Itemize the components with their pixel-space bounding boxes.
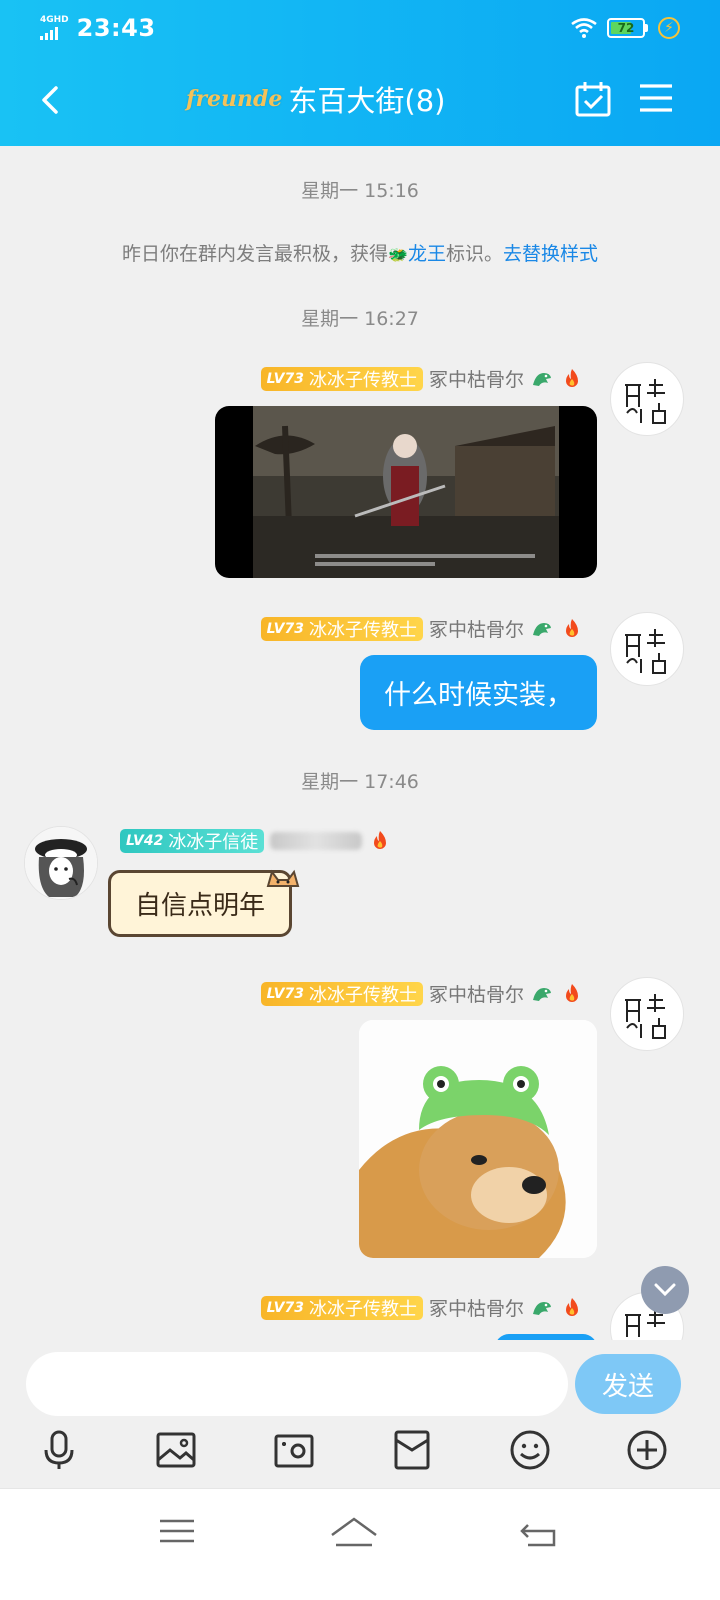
sender-info: LV73 冰冰子传教士 冢中枯骨尔 bbox=[260, 980, 584, 1007]
cat-bubble-decoration-icon bbox=[266, 869, 300, 887]
video-message[interactable] bbox=[215, 406, 597, 578]
input-toolbar bbox=[0, 1422, 720, 1486]
level-badge: LV73 冰冰子传教士 bbox=[260, 366, 423, 391]
system-nav-bar bbox=[0, 1488, 720, 1600]
avatar[interactable] bbox=[610, 612, 684, 686]
message-input[interactable] bbox=[26, 1352, 568, 1416]
video-thumbnail bbox=[253, 406, 559, 578]
sender-info: LV73 冰冰子传教士 冢中枯骨尔 bbox=[260, 1294, 584, 1321]
image-message[interactable] bbox=[359, 1020, 597, 1258]
timestamp: 星期一 17:46 bbox=[301, 771, 419, 793]
avatar[interactable] bbox=[610, 977, 684, 1051]
battery-indicator: 72 bbox=[607, 18, 648, 38]
red-packet-icon[interactable] bbox=[390, 1428, 434, 1472]
message-bubble[interactable]: 什么时候实装， bbox=[360, 655, 597, 730]
fire-icon bbox=[374, 831, 387, 849]
title-bar: freunde 东百大街(8) bbox=[0, 70, 720, 130]
sender-info: LV73 冰冰子传教士 冢中枯骨尔 bbox=[260, 365, 584, 392]
timestamp: 星期一 15:16 bbox=[301, 180, 419, 202]
charging-icon: ⚡ bbox=[658, 17, 680, 39]
sender-name[interactable]: 冢中枯骨尔 bbox=[429, 615, 524, 642]
avatar[interactable] bbox=[610, 362, 684, 436]
chevron-down-icon bbox=[654, 1283, 676, 1297]
emoji-icon[interactable] bbox=[508, 1428, 552, 1472]
scroll-to-bottom-button[interactable] bbox=[641, 1266, 689, 1314]
group-name: 东百大街(8) bbox=[288, 84, 446, 118]
dragon-icon bbox=[533, 1301, 551, 1315]
dragon-icon bbox=[533, 987, 551, 1001]
app-header: 4GHD 23:43 72 ⚡ freunde 东百大街(8) bbox=[0, 0, 720, 146]
microphone-icon[interactable] bbox=[37, 1428, 81, 1472]
menu-icon[interactable] bbox=[152, 1511, 204, 1555]
dragon-icon bbox=[533, 622, 551, 636]
dragon-king-badge: 龙王 bbox=[407, 243, 446, 265]
calligraphy-avatar-icon bbox=[625, 379, 666, 424]
sender-info: LV73 冰冰子传教士 冢中枯骨尔 bbox=[260, 615, 584, 642]
fire-icon bbox=[566, 368, 578, 387]
calligraphy-avatar-icon bbox=[625, 629, 666, 674]
plus-icon[interactable] bbox=[625, 1428, 669, 1472]
replace-style-link[interactable]: 去替换样式 bbox=[503, 243, 598, 265]
fire-icon bbox=[566, 618, 578, 637]
sender-info: LV42 冰冰子信徒 bbox=[120, 829, 392, 853]
sender-name[interactable]: 冢中枯骨尔 bbox=[429, 365, 524, 392]
status-bar: 4GHD 23:43 72 ⚡ bbox=[40, 12, 680, 44]
wifi-icon bbox=[571, 18, 597, 38]
sender-name[interactable]: 冢中枯骨尔 bbox=[429, 980, 524, 1007]
level-badge: LV73 冰冰子传教士 bbox=[260, 1295, 423, 1320]
group-logo: freunde bbox=[186, 86, 283, 112]
chat-title: freunde 东百大街(8) bbox=[186, 78, 446, 120]
calendar-checkin-icon[interactable] bbox=[574, 80, 612, 118]
message-list[interactable]: 星期一 15:16 昨日你在群内发言最积极，获得🐲龙王标识。去替换样式 星期一 … bbox=[0, 146, 720, 1340]
level-badge: LV73 冰冰子传教士 bbox=[260, 981, 423, 1006]
image-icon[interactable] bbox=[154, 1428, 198, 1472]
more-menu-icon[interactable] bbox=[638, 82, 674, 114]
signal-icon: 4GHD bbox=[40, 16, 69, 40]
input-bar: 发送 bbox=[0, 1340, 720, 1422]
timestamp: 星期一 16:27 bbox=[301, 308, 419, 330]
fire-icon bbox=[566, 983, 578, 1002]
sender-name-blurred[interactable] bbox=[270, 832, 363, 850]
system-message: 昨日你在群内发言最积极，获得🐲龙王标识。去替换样式 bbox=[122, 243, 598, 265]
clock: 23:43 bbox=[76, 14, 156, 42]
level-badge: LV42 冰冰子信徒 bbox=[120, 829, 265, 853]
dragon-icon bbox=[533, 372, 551, 386]
back-icon[interactable] bbox=[514, 1511, 566, 1555]
calligraphy-avatar-icon bbox=[625, 994, 666, 1039]
send-button[interactable]: 发送 bbox=[575, 1354, 681, 1414]
fire-icon bbox=[566, 1297, 578, 1316]
dragon-king-icon: 🐲 bbox=[388, 245, 408, 264]
level-badge: LV73 冰冰子传教士 bbox=[260, 616, 423, 641]
avatar[interactable] bbox=[24, 826, 98, 900]
home-icon[interactable] bbox=[328, 1511, 380, 1555]
sender-name[interactable]: 冢中枯骨尔 bbox=[429, 1294, 524, 1321]
frog-hat-dog-image bbox=[359, 1020, 597, 1258]
camera-icon[interactable] bbox=[272, 1428, 316, 1472]
back-button[interactable] bbox=[32, 80, 72, 120]
anime-avatar-icon bbox=[25, 827, 97, 899]
